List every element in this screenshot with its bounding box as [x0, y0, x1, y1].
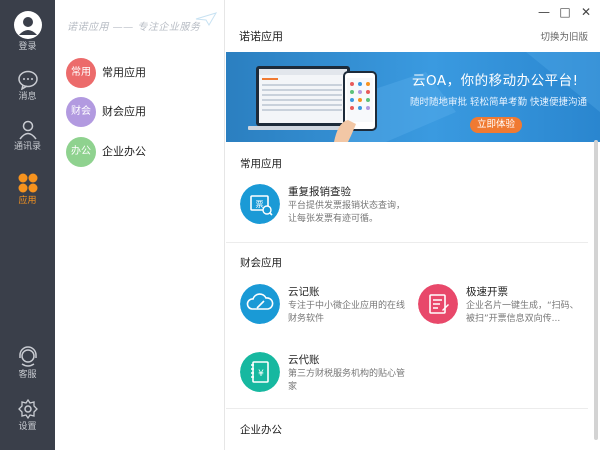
headset-icon — [18, 346, 37, 367]
app-name: 云记账 — [288, 286, 320, 298]
category-label-finance: 财会应用 — [102, 105, 146, 118]
app-dup-check[interactable]: 票 重复报销查验 平台提供发票报销状态查询，让每张发票有迹可循。 — [240, 184, 410, 240]
divider — [226, 408, 588, 409]
app-cloud-ledger[interactable]: 云记账 专注于中小微企业应用的在线财务软件 — [240, 284, 410, 340]
vertical-scrollbar[interactable] — [594, 140, 598, 440]
category-common[interactable]: 常用 常用应用 — [66, 58, 226, 88]
section-title-finance: 财会应用 — [240, 257, 282, 269]
app-name: 极速开票 — [466, 286, 508, 298]
cloud-ledger-icon — [240, 284, 280, 324]
rail-login[interactable]: 登录 — [0, 10, 55, 53]
switch-old-version-link[interactable]: 切换为旧版 — [540, 29, 588, 43]
banner-title: 云OA，你的移动办公平台! — [412, 73, 579, 89]
banner-subtitle: 随时随地审批 轻松简单考勤 快速便捷沟通 — [410, 97, 588, 108]
contacts-icon — [18, 120, 37, 140]
app-cloud-agency[interactable]: ¥ 云代账 第三方财税服务机构的贴心管家 — [240, 352, 410, 408]
rail-apps[interactable]: 应用 — [0, 172, 55, 207]
rail-service-label: 客服 — [18, 370, 37, 380]
slogan: 诺诺应用 —— 专注企业服务 — [67, 22, 201, 33]
section-title-office: 企业办公 — [240, 424, 282, 436]
category-label-common: 常用应用 — [102, 66, 146, 79]
rail-settings-label: 设置 — [18, 422, 37, 432]
category-panel: 诺诺应用 —— 专注企业服务 常用 常用应用 财会 财会应用 办公 企业办公 — [55, 0, 225, 450]
gear-icon — [17, 398, 38, 420]
rail-settings[interactable]: 设置 — [0, 398, 55, 433]
user-avatar-icon — [13, 11, 42, 39]
apps-grid-icon — [18, 173, 37, 193]
cloud-agency-icon: ¥ — [240, 352, 280, 392]
promo-banner[interactable]: 云OA，你的移动办公平台! 随时随地审批 轻松简单考勤 快速便捷沟通 立即体验 — [226, 52, 600, 142]
title-bar: — □ ✕ 诺诺应用 切换为旧版 — [226, 0, 600, 50]
app-name: 云代账 — [288, 354, 320, 366]
svg-text:票: 票 — [256, 200, 264, 209]
app-description: 专注于中小微企业应用的在线财务软件 — [288, 301, 406, 324]
category-finance[interactable]: 财会 财会应用 — [66, 97, 226, 127]
try-now-button[interactable]: 立即体验 — [470, 117, 522, 133]
left-rail: 登录 消息 通讯录 应用 客服 设置 — [0, 0, 55, 450]
svg-text:¥: ¥ — [258, 369, 264, 379]
minimize-button[interactable]: — — [536, 4, 552, 20]
chat-bubble-icon — [17, 70, 38, 90]
main-content: — □ ✕ 诺诺应用 切换为旧版 云OA，你的移动办公平台! 随时随地审批 轻松… — [226, 0, 600, 450]
rail-messages[interactable]: 消息 — [0, 70, 55, 103]
rail-messages-label: 消息 — [18, 92, 37, 102]
app-description: 第三方财税服务机构的贴心管家 — [288, 369, 406, 392]
app-fast-invoice[interactable]: 极速开票 企业名片一键生成，“扫码、被扫”开票信息双向传... — [418, 284, 588, 340]
page-title: 诺诺应用 — [239, 30, 283, 43]
rail-contacts[interactable]: 通讯录 — [0, 120, 55, 153]
rail-service[interactable]: 客服 — [0, 346, 55, 381]
app-description: 平台提供发票报销状态查询，让每张发票有迹可循。 — [288, 201, 406, 224]
invoice-check-icon: 票 — [240, 184, 280, 224]
category-badge-finance: 财会 — [66, 97, 96, 127]
category-badge-common: 常用 — [66, 58, 96, 88]
rail-login-label: 登录 — [18, 42, 37, 52]
app-name: 重复报销查验 — [288, 186, 351, 198]
close-button[interactable]: ✕ — [578, 4, 594, 20]
section-title-common: 常用应用 — [240, 158, 282, 170]
divider — [226, 242, 588, 243]
fast-invoice-icon — [418, 284, 458, 324]
app-description: 企业名片一键生成，“扫码、被扫”开票信息双向传... — [466, 301, 579, 324]
category-badge-office: 办公 — [66, 137, 96, 167]
paper-plane-icon — [195, 12, 217, 26]
rail-apps-label: 应用 — [18, 196, 37, 206]
category-office[interactable]: 办公 企业办公 — [66, 137, 226, 167]
maximize-button[interactable]: □ — [557, 4, 573, 20]
category-label-office: 企业办公 — [102, 145, 146, 158]
rail-contacts-label: 通讯录 — [13, 142, 41, 152]
